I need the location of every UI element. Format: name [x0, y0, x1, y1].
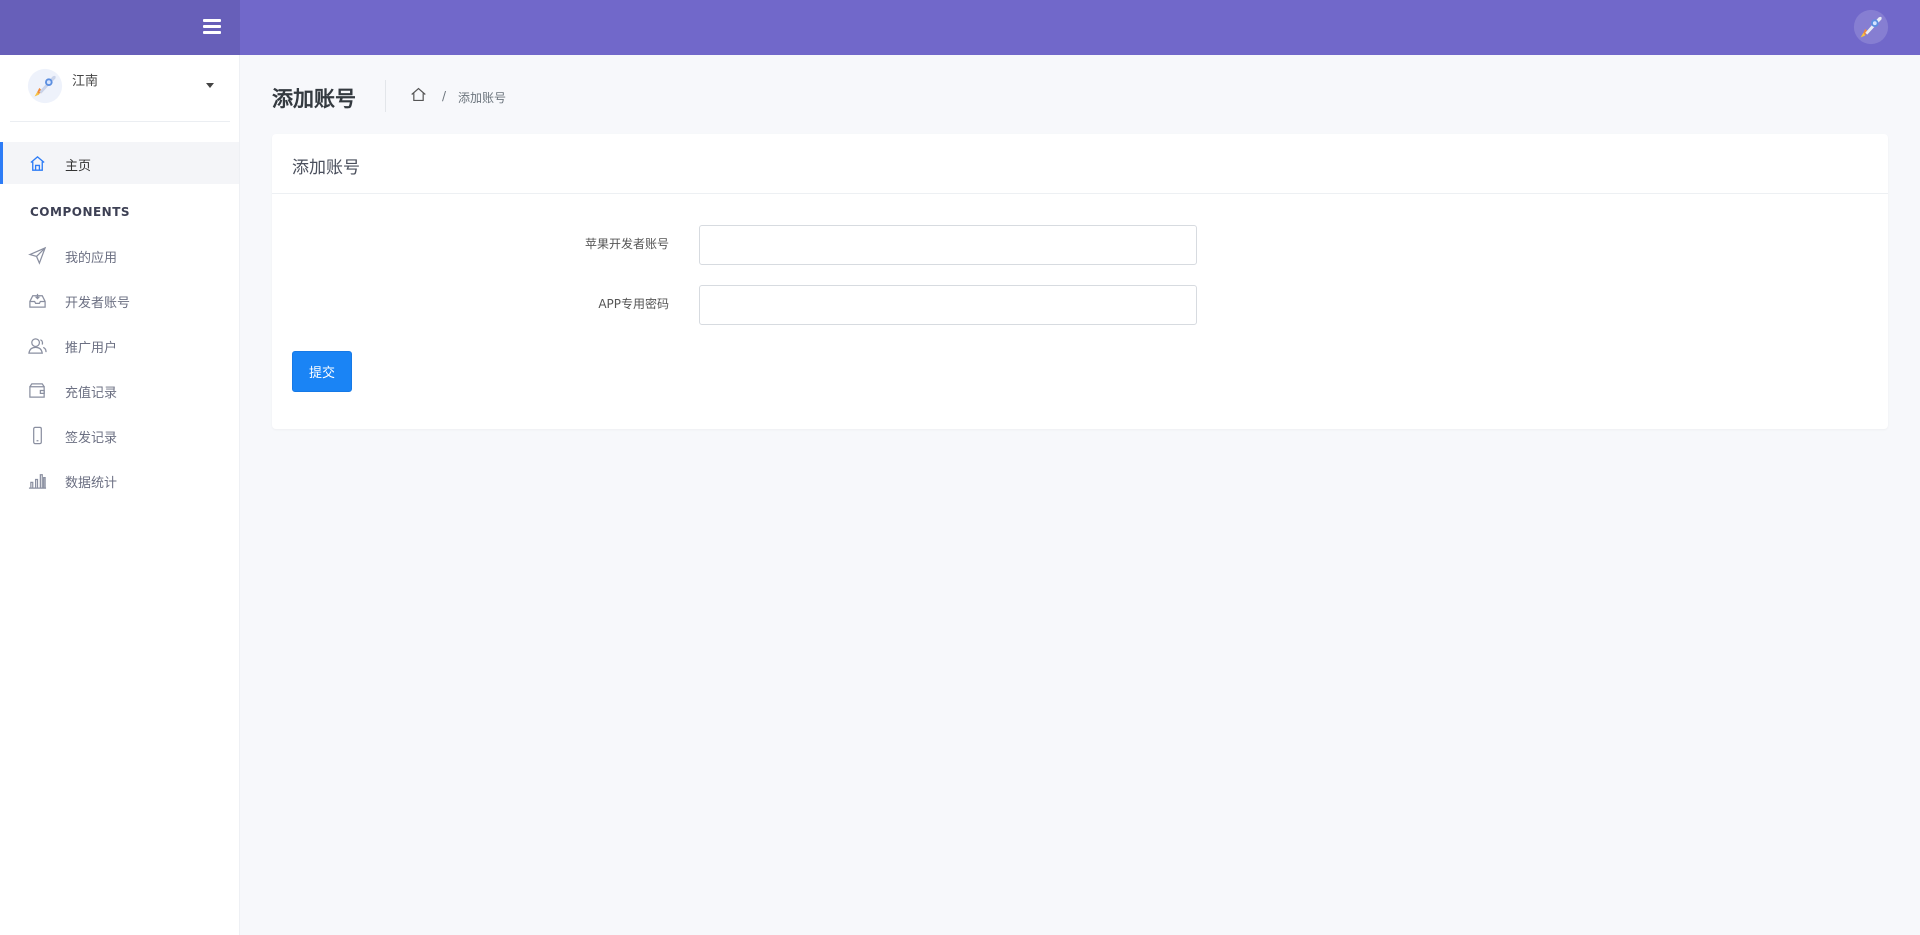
wallet-icon — [29, 383, 45, 398]
inbox-icon — [29, 293, 46, 308]
breadcrumb-current: 添加账号 — [458, 91, 507, 105]
home-icon — [30, 155, 45, 171]
sidebar-item-home[interactable]: 主页 — [0, 142, 239, 184]
phone-icon — [33, 426, 42, 445]
bar-chart-icon — [28, 474, 47, 489]
sidebar-item-label: 数据统计 — [65, 476, 118, 491]
app-specific-password-input[interactable] — [699, 285, 1197, 325]
home-icon[interactable] — [410, 86, 427, 103]
sidebar-item-label: 我的应用 — [65, 251, 118, 266]
card-header: 添加账号 — [272, 134, 1888, 194]
sidebar-item-label: 开发者账号 — [65, 296, 131, 311]
sidebar-item-signing-records[interactable]: 签发记录 — [0, 414, 239, 456]
menu-toggle-icon[interactable] — [203, 18, 221, 36]
sidebar-item-label: 推广用户 — [65, 341, 118, 356]
section-title: COMPONENTS — [30, 205, 131, 219]
top-bar — [0, 0, 1920, 55]
page-title: 添加账号 — [272, 87, 356, 111]
sidebar-item-promoted-users[interactable]: 推广用户 — [0, 324, 239, 366]
submit-button[interactable]: 提交 — [292, 351, 352, 392]
sidebar-item-statistics[interactable]: 数据统计 — [0, 459, 239, 501]
users-icon — [28, 338, 47, 354]
user-name: 江南 — [72, 74, 99, 89]
card-title: 添加账号 — [292, 158, 360, 178]
breadcrumb-separator: / — [442, 89, 447, 103]
sidebar-item-label: 主页 — [65, 159, 92, 174]
avatar — [27, 68, 63, 104]
apple-developer-account-input[interactable] — [699, 225, 1197, 265]
user-panel[interactable]: 江南 — [10, 55, 230, 122]
user-avatar-icon[interactable] — [1852, 8, 1890, 46]
apple-developer-account-label: 苹果开发者账号 — [584, 237, 669, 251]
sidebar-item-my-apps[interactable]: 我的应用 — [0, 234, 239, 276]
sidebar: 江南 主页 COMPONENTS 我的应用 开发者账号 推广用户 充值记录 签发… — [0, 55, 240, 935]
send-icon — [28, 246, 47, 265]
sidebar-item-recharge-records[interactable]: 充值记录 — [0, 369, 239, 411]
sidebar-item-label: 充值记录 — [65, 386, 118, 401]
sidebar-item-label: 签发记录 — [65, 431, 118, 446]
app-specific-password-label: APP专用密码 — [598, 297, 669, 311]
add-account-card: 添加账号 苹果开发者账号 APP专用密码 提交 — [272, 134, 1888, 429]
brand-area — [0, 0, 240, 55]
header-divider — [385, 80, 386, 112]
caret-down-icon[interactable] — [206, 83, 214, 88]
sidebar-item-developer-accounts[interactable]: 开发者账号 — [0, 279, 239, 321]
